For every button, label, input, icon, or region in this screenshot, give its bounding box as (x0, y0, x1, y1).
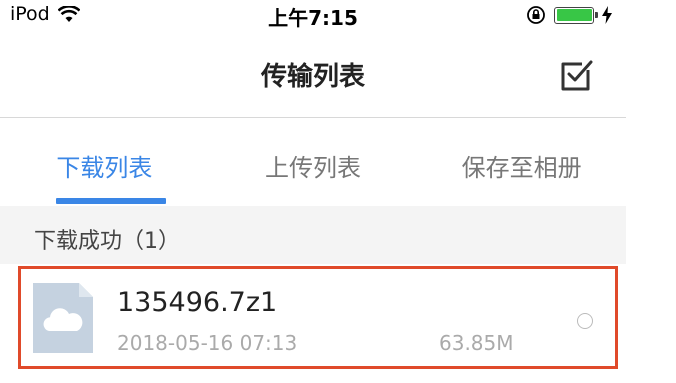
status-right-group (526, 5, 612, 25)
file-size: 63.85M (439, 331, 514, 355)
tab-upload-list[interactable]: 上传列表 (209, 118, 418, 206)
file-name: 135496.7z1 (117, 287, 278, 318)
cloud-file-icon (33, 283, 93, 353)
tab-download-list[interactable]: 下载列表 (0, 118, 209, 206)
battery-level (556, 9, 592, 21)
tab-bar: 下载列表 上传列表 保存至相册 (0, 118, 626, 206)
active-tab-indicator (56, 198, 166, 204)
list-item[interactable]: 135496.7z1 2018-05-16 07:13 63.85M (18, 266, 618, 369)
page-title: 传输列表 (260, 62, 365, 92)
navigation-bar: 传输列表 (0, 32, 626, 118)
status-bar: iPod 上午7:15 (0, 0, 626, 32)
battery-icon (554, 6, 598, 24)
charging-icon (602, 6, 612, 24)
section-header: 下载成功（1） (0, 206, 626, 264)
section-title: 下载成功（1） (34, 229, 180, 254)
file-date: 2018-05-16 07:13 (117, 331, 298, 355)
select-radio[interactable] (577, 313, 593, 329)
orientation-lock-icon (527, 6, 545, 24)
tab-save-to-album[interactable]: 保存至相册 (417, 118, 626, 206)
transfer-list-screen: iPod 上午7:15 传输列表 下载列表 上传列表 保存至相册 下载成功（1）… (0, 0, 626, 383)
checkbox-icon[interactable] (558, 56, 596, 94)
